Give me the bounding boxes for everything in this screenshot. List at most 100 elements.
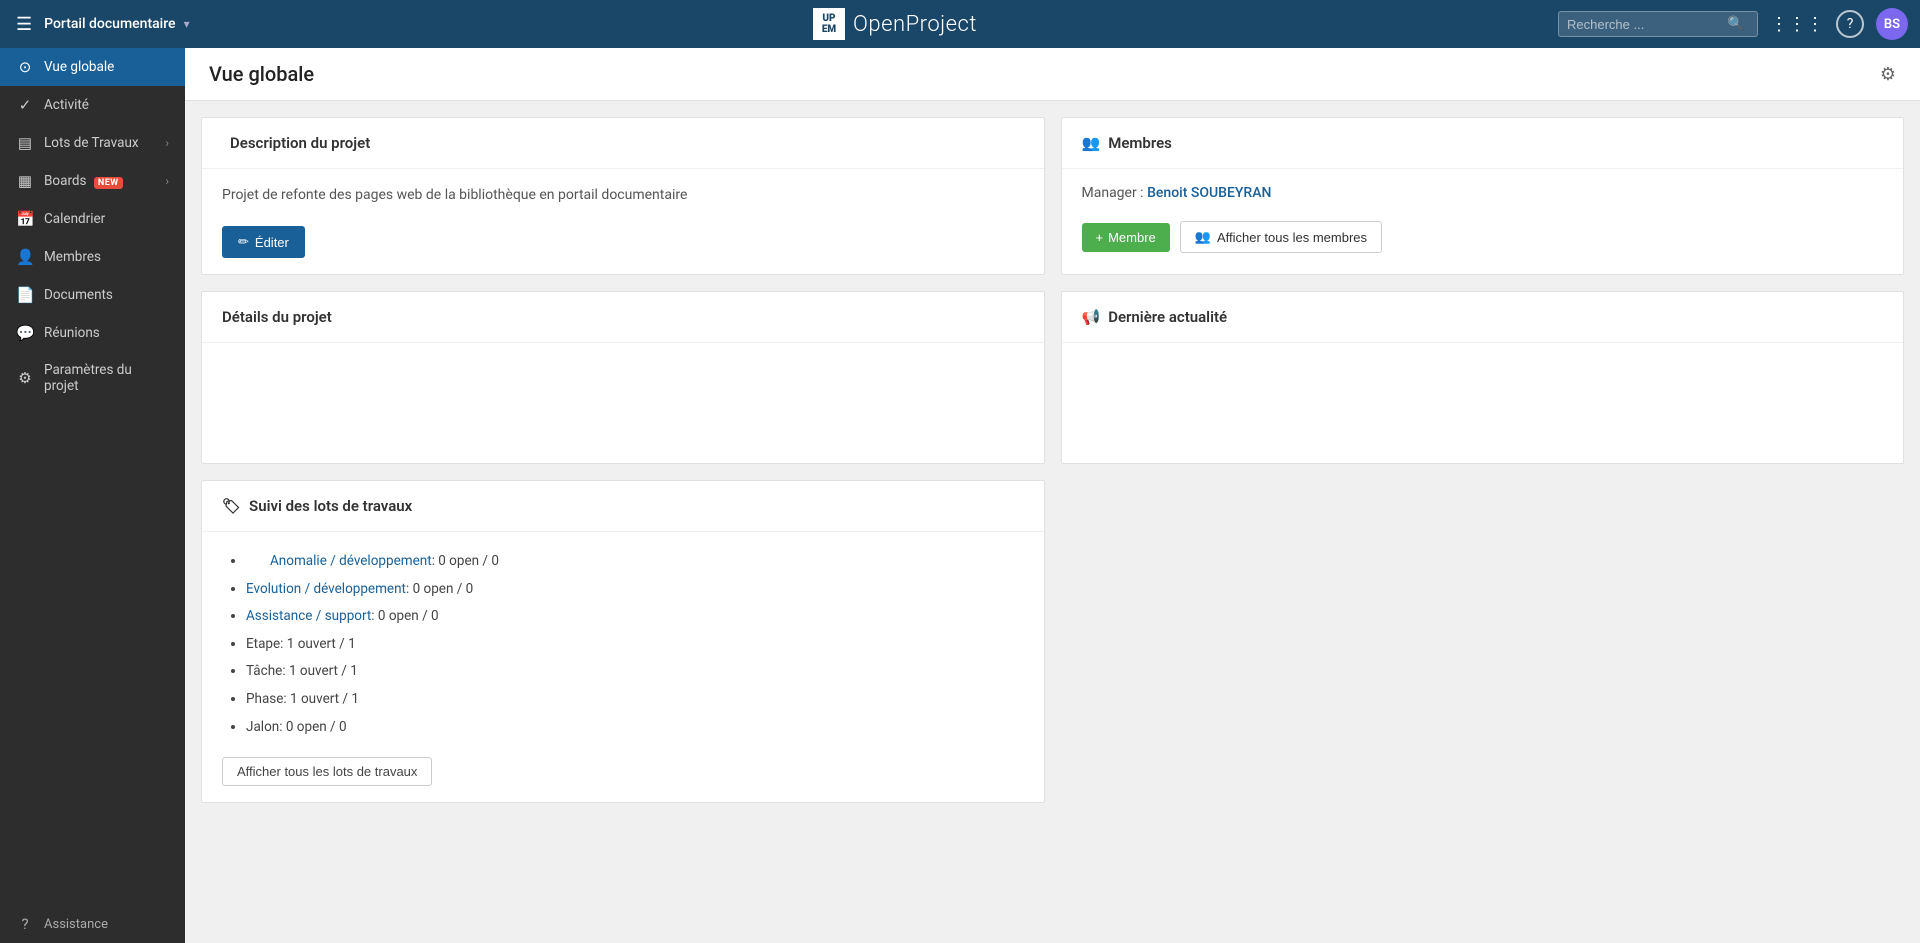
- jalon-stats: : 0 open / 0: [279, 719, 346, 735]
- sidebar-item-label: Calendrier: [44, 211, 105, 227]
- main-header: Vue globale ⚙: [185, 48, 1920, 101]
- avatar[interactable]: BS: [1876, 8, 1908, 40]
- sidebar-item-label: Documents: [44, 287, 113, 303]
- search-box[interactable]: 🔍: [1558, 11, 1758, 37]
- work-list: Anomalie / développement: 0 open / 0 Evo…: [222, 548, 1024, 741]
- details-card-body: [202, 343, 1044, 463]
- etape-stats: : 1 ouvert / 1: [280, 636, 355, 652]
- edit-button[interactable]: ✏ Éditer: [222, 226, 305, 258]
- description-card-body: Projet de refonte des pages web de la bi…: [202, 169, 1044, 274]
- activite-icon: ✓: [16, 96, 34, 114]
- show-members-label: Afficher tous les membres: [1217, 230, 1367, 245]
- boards-icon: ▦: [16, 172, 34, 190]
- description-text: Projet de refonte des pages web de la bi…: [222, 185, 1024, 206]
- sidebar: ⊙ Vue globale ✓ Activité ▤ Lots de Trava…: [0, 48, 185, 943]
- evolution-link[interactable]: Evolution / développement: [246, 581, 406, 597]
- sidebar-item-activite[interactable]: ✓ Activité: [0, 86, 185, 124]
- sidebar-item-boards[interactable]: ▦ Boards NEW ›: [0, 162, 185, 200]
- vue-globale-icon: ⊙: [16, 58, 34, 76]
- sidebar-item-label: Boards NEW: [44, 173, 123, 189]
- assistance-link[interactable]: Assistance / support: [246, 608, 371, 624]
- chevron-right-icon: ›: [165, 174, 169, 188]
- add-member-button[interactable]: + Membre: [1082, 223, 1170, 252]
- manager-link[interactable]: Benoit SOUBEYRAN: [1147, 185, 1271, 201]
- parametres-icon: ⚙: [16, 369, 34, 387]
- sidebar-item-reunions[interactable]: 💬 Réunions: [0, 314, 185, 352]
- add-member-label: Membre: [1108, 230, 1156, 245]
- sidebar-item-parametres[interactable]: ⚙ Paramètres du projet: [0, 352, 185, 404]
- sidebar-item-documents[interactable]: 📄 Documents: [0, 276, 185, 314]
- menu-icon[interactable]: ☰: [12, 10, 36, 39]
- tag-icon: 🏷: [222, 497, 241, 515]
- documents-icon: 📄: [16, 286, 34, 304]
- list-item: Phase: 1 ouvert / 1: [246, 686, 1024, 714]
- list-item: Jalon: 0 open / 0: [246, 714, 1024, 742]
- suivi-card-title: Suivi des lots de travaux: [249, 497, 412, 515]
- topnav-left: ☰ Portail documentaire ▾: [12, 10, 232, 39]
- derniere-card-title: Dernière actualité: [1108, 308, 1227, 326]
- membres-icon: 👤: [16, 248, 34, 266]
- project-name[interactable]: Portail documentaire: [44, 16, 175, 32]
- suivi-card: 🏷 Suivi des lots de travaux Anomalie / d…: [201, 480, 1045, 803]
- main-grid: Description du projet Projet de refonte …: [185, 101, 1920, 819]
- topnav: ☰ Portail documentaire ▾ UP EM OpenProje…: [0, 0, 1920, 48]
- sidebar-item-label: Réunions: [44, 325, 100, 341]
- suivi-card-body: Anomalie / développement: 0 open / 0 Evo…: [202, 532, 1044, 802]
- avatar-initials: BS: [1884, 17, 1900, 32]
- list-item: Evolution / développement: 0 open / 0: [246, 576, 1024, 604]
- sidebar-item-membres[interactable]: 👤 Membres: [0, 238, 185, 276]
- sidebar-item-label: Membres: [44, 249, 101, 265]
- topnav-right: 🔍 ⋮⋮⋮ ? BS: [1558, 8, 1908, 40]
- lots-travaux-icon: ▤: [16, 134, 34, 152]
- membres-card: 👥 Membres Manager : Benoit SOUBEYRAN + M…: [1061, 117, 1905, 275]
- settings-gear-icon[interactable]: ⚙: [1880, 64, 1896, 85]
- sidebar-item-vue-globale[interactable]: ⊙ Vue globale: [0, 48, 185, 86]
- topnav-center: UP EM OpenProject: [232, 8, 1558, 40]
- help-button[interactable]: ?: [1836, 10, 1864, 38]
- main-content: Vue globale ⚙ Description du projet Proj…: [185, 48, 1920, 943]
- anomalie-stats: : 0 open / 0: [432, 553, 499, 569]
- search-input[interactable]: [1567, 17, 1727, 32]
- show-all-button[interactable]: Afficher tous les lots de travaux: [222, 757, 432, 786]
- derniere-card-body: [1062, 343, 1904, 463]
- sidebar-item-lots-travaux[interactable]: ▤ Lots de Travaux ›: [0, 124, 185, 162]
- grid-icon[interactable]: ⋮⋮⋮: [1770, 14, 1824, 35]
- sidebar-item-label: Vue globale: [44, 59, 114, 75]
- jalon-label: Jalon: [246, 719, 279, 735]
- assistance-icon: ?: [16, 915, 34, 933]
- details-card-header: Détails du projet: [202, 292, 1044, 343]
- derniere-card: 📢 Dernière actualité: [1061, 291, 1905, 464]
- show-members-button[interactable]: 👥 Afficher tous les membres: [1180, 221, 1382, 253]
- sidebar-item-label: Lots de Travaux: [44, 135, 139, 151]
- details-card-title: Détails du projet: [222, 308, 332, 326]
- edit-button-label: Éditer: [255, 235, 289, 250]
- app-logo: UP EM OpenProject: [813, 8, 977, 40]
- manager-label: Manager : Benoit SOUBEYRAN: [1082, 185, 1884, 201]
- project-chevron[interactable]: ▾: [184, 17, 190, 31]
- membre-actions: + Membre 👥 Afficher tous les membres: [1082, 221, 1884, 253]
- membres-card-body: Manager : Benoit SOUBEYRAN + Membre 👥 Af…: [1062, 169, 1904, 269]
- pencil-icon: ✏: [238, 234, 249, 250]
- list-item: Etape: 1 ouvert / 1: [246, 631, 1024, 659]
- list-item: Tâche: 1 ouvert / 1: [246, 658, 1024, 686]
- show-members-icon: 👥: [1195, 229, 1211, 245]
- plus-icon: +: [1096, 230, 1104, 245]
- sidebar-footer: ? Assistance: [0, 905, 185, 943]
- derniere-card-header: 📢 Dernière actualité: [1062, 292, 1904, 343]
- tache-label: Tâche: [246, 663, 282, 679]
- sidebar-item-label: Paramètres du projet: [44, 362, 169, 394]
- sidebar-item-assistance[interactable]: ? Assistance: [0, 905, 185, 943]
- layout: ⊙ Vue globale ✓ Activité ▤ Lots de Trava…: [0, 48, 1920, 943]
- sidebar-item-label: Activité: [44, 97, 89, 113]
- description-card-title: Description du projet: [230, 134, 370, 152]
- search-icon: 🔍: [1727, 16, 1744, 32]
- reunions-icon: 💬: [16, 324, 34, 342]
- anomalie-link[interactable]: Anomalie / développement: [246, 553, 432, 569]
- boards-badge: NEW: [94, 177, 123, 189]
- sidebar-item-label: Assistance: [44, 917, 108, 932]
- details-card: Détails du projet: [201, 291, 1045, 464]
- sidebar-item-calendrier[interactable]: 📅 Calendrier: [0, 200, 185, 238]
- etape-label: Etape: [246, 636, 280, 652]
- calendrier-icon: 📅: [16, 210, 34, 228]
- list-item: Anomalie / développement: 0 open / 0: [246, 548, 1024, 576]
